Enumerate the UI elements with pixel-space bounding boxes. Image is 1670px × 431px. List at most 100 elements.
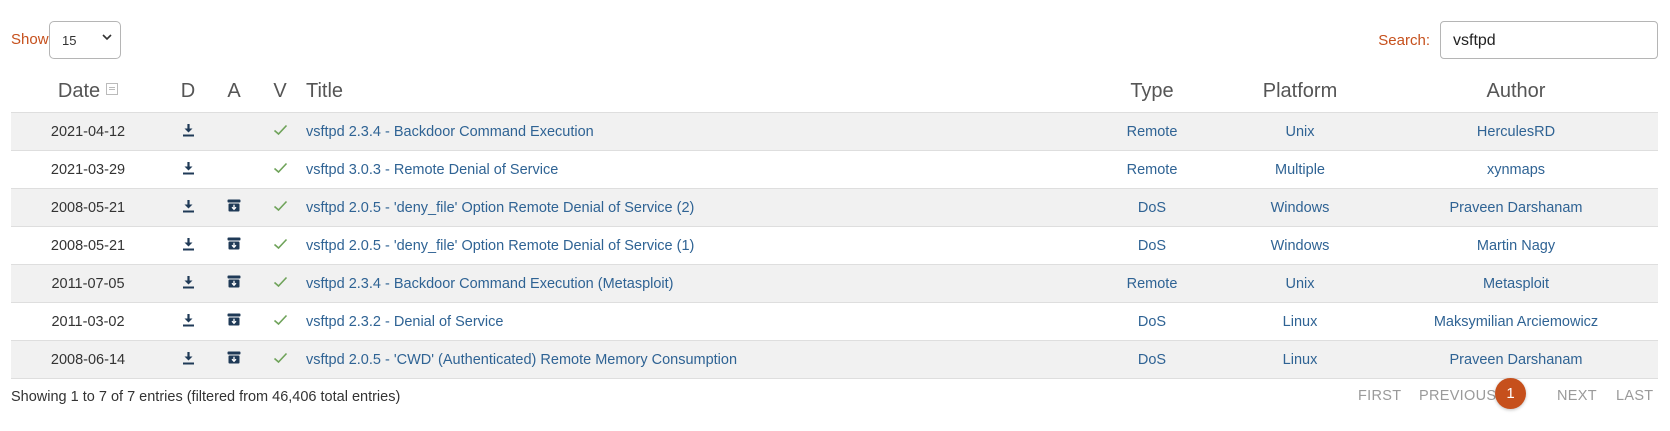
archive-icon[interactable] xyxy=(227,275,241,292)
row-platform-link[interactable]: Windows xyxy=(1271,200,1330,216)
row-platform-link[interactable]: Linux xyxy=(1283,352,1318,368)
pagination-next[interactable]: NEXT xyxy=(1557,388,1597,404)
row-author-cell: Maksymilian Arciemowicz xyxy=(1374,302,1658,341)
row-title-link[interactable]: vsftpd 2.0.5 - 'deny_file' Option Remote… xyxy=(306,200,694,216)
row-author-cell: Praveen Darshanam xyxy=(1374,340,1658,379)
row-platform-link[interactable]: Windows xyxy=(1271,238,1330,254)
pagination-current-page[interactable]: 1 xyxy=(1495,378,1526,409)
column-header-author[interactable]: Author xyxy=(1374,70,1658,113)
search-input[interactable]: vsftpd xyxy=(1440,21,1658,59)
row-platform-cell: Windows xyxy=(1226,226,1374,265)
row-author-link[interactable]: Martin Nagy xyxy=(1477,238,1555,254)
row-title-link[interactable]: vsftpd 2.0.5 - 'deny_file' Option Remote… xyxy=(306,238,694,254)
row-verified-cell xyxy=(257,340,303,379)
row-title-link[interactable]: vsftpd 2.3.4 - Backdoor Command Executio… xyxy=(306,124,594,140)
row-platform-link[interactable]: Multiple xyxy=(1275,162,1325,178)
pagination-last[interactable]: LAST xyxy=(1616,388,1653,404)
row-download-cell xyxy=(165,340,211,379)
row-type-link[interactable]: DoS xyxy=(1138,352,1166,368)
row-verified-cell xyxy=(257,264,303,303)
row-type-cell: DoS xyxy=(1078,188,1226,227)
check-icon xyxy=(273,314,288,330)
row-download-cell xyxy=(165,112,211,151)
column-header-date[interactable]: Date xyxy=(11,70,165,113)
row-verified-cell xyxy=(257,188,303,227)
row-app-cell xyxy=(211,264,257,303)
row-author-cell: Praveen Darshanam xyxy=(1374,188,1658,227)
row-type-link[interactable]: DoS xyxy=(1138,238,1166,254)
download-icon[interactable] xyxy=(182,237,195,255)
download-icon[interactable] xyxy=(182,199,195,217)
row-app-cell xyxy=(211,150,257,189)
table-row: 2021-04-12 vsftpd 2.3.4 - Backdoor Comman… xyxy=(11,112,1658,151)
entries-per-page-select[interactable]: 15 xyxy=(49,21,121,59)
row-date: 2008-06-14 xyxy=(11,340,165,379)
row-type-cell: Remote xyxy=(1078,264,1226,303)
download-icon[interactable] xyxy=(182,351,195,369)
row-type-cell: DoS xyxy=(1078,340,1226,379)
row-date: 2011-07-05 xyxy=(11,264,165,303)
table-row: 2011-07-05 vsftpd 2.3.4 - Backdoor Comman… xyxy=(11,264,1658,303)
column-header-verified[interactable]: V xyxy=(257,70,303,113)
pagination-first[interactable]: FIRST xyxy=(1358,388,1401,404)
row-type-link[interactable]: DoS xyxy=(1138,200,1166,216)
row-platform-cell: Unix xyxy=(1226,264,1374,303)
row-author-cell: Metasploit xyxy=(1374,264,1658,303)
row-title-link[interactable]: vsftpd 3.0.3 - Remote Denial of Service xyxy=(306,162,558,178)
row-date: 2008-05-21 xyxy=(11,188,165,227)
sort-icon xyxy=(106,82,119,95)
table-info: Showing 1 to 7 of 7 entries (filtered fr… xyxy=(11,389,401,405)
table-row: 2008-05-21 vsftpd 2.0.5 - 'deny_file' Opt… xyxy=(11,226,1658,265)
row-author-link[interactable]: Maksymilian Arciemowicz xyxy=(1434,314,1598,330)
row-verified-cell xyxy=(257,302,303,341)
archive-icon[interactable] xyxy=(227,351,241,368)
column-header-date-label: Date xyxy=(57,79,101,102)
row-type-cell: DoS xyxy=(1078,302,1226,341)
row-title-link[interactable]: vsftpd 2.0.5 - 'CWD' (Authenticated) Rem… xyxy=(306,352,737,368)
row-author-link[interactable]: Praveen Darshanam xyxy=(1450,200,1583,216)
row-title-cell: vsftpd 2.0.5 - 'deny_file' Option Remote… xyxy=(303,226,1078,265)
column-header-title[interactable]: Title xyxy=(303,70,1078,113)
column-header-download[interactable]: D xyxy=(165,70,211,113)
row-verified-cell xyxy=(257,226,303,265)
table-row: 2008-06-14 vsftpd 2.0.5 - 'CWD' (Authenti… xyxy=(11,340,1658,379)
pagination-previous[interactable]: PREVIOUS xyxy=(1419,388,1496,404)
row-type-cell: Remote xyxy=(1078,112,1226,151)
row-type-link[interactable]: DoS xyxy=(1138,314,1166,330)
column-header-type[interactable]: Type xyxy=(1078,70,1226,113)
row-platform-cell: Unix xyxy=(1226,112,1374,151)
archive-icon[interactable] xyxy=(227,199,241,216)
row-title-link[interactable]: vsftpd 2.3.2 - Denial of Service xyxy=(306,314,503,330)
row-download-cell xyxy=(165,264,211,303)
download-icon[interactable] xyxy=(182,161,195,179)
row-type-link[interactable]: Remote xyxy=(1127,124,1178,140)
row-type-link[interactable]: Remote xyxy=(1127,162,1178,178)
row-platform-link[interactable]: Linux xyxy=(1283,314,1318,330)
search-label: Search: xyxy=(1378,32,1430,49)
row-platform-cell: Linux xyxy=(1226,340,1374,379)
row-title-link[interactable]: vsftpd 2.3.4 - Backdoor Command Executio… xyxy=(306,276,674,292)
download-icon[interactable] xyxy=(182,313,195,331)
archive-icon[interactable] xyxy=(227,313,241,330)
show-label: Show xyxy=(11,31,49,48)
table-row: 2008-05-21 vsftpd 2.0.5 - 'deny_file' Opt… xyxy=(11,188,1658,227)
table-controls: Show 15 Search: vsftpd xyxy=(11,21,1658,61)
row-author-link[interactable]: HerculesRD xyxy=(1477,124,1555,140)
download-icon[interactable] xyxy=(182,123,195,141)
column-header-app[interactable]: A xyxy=(211,70,257,113)
row-date: 2021-03-29 xyxy=(11,150,165,189)
row-type-link[interactable]: Remote xyxy=(1127,276,1178,292)
row-author-cell: Martin Nagy xyxy=(1374,226,1658,265)
row-type-cell: Remote xyxy=(1078,150,1226,189)
row-date: 2021-04-12 xyxy=(11,112,165,151)
check-icon xyxy=(273,238,288,254)
row-author-link[interactable]: Metasploit xyxy=(1483,276,1549,292)
row-platform-link[interactable]: Unix xyxy=(1285,124,1314,140)
column-header-platform[interactable]: Platform xyxy=(1226,70,1374,113)
row-platform-link[interactable]: Unix xyxy=(1285,276,1314,292)
row-author-link[interactable]: xynmaps xyxy=(1487,162,1545,178)
row-author-link[interactable]: Praveen Darshanam xyxy=(1450,352,1583,368)
download-icon[interactable] xyxy=(182,275,195,293)
row-platform-cell: Windows xyxy=(1226,188,1374,227)
archive-icon[interactable] xyxy=(227,237,241,254)
